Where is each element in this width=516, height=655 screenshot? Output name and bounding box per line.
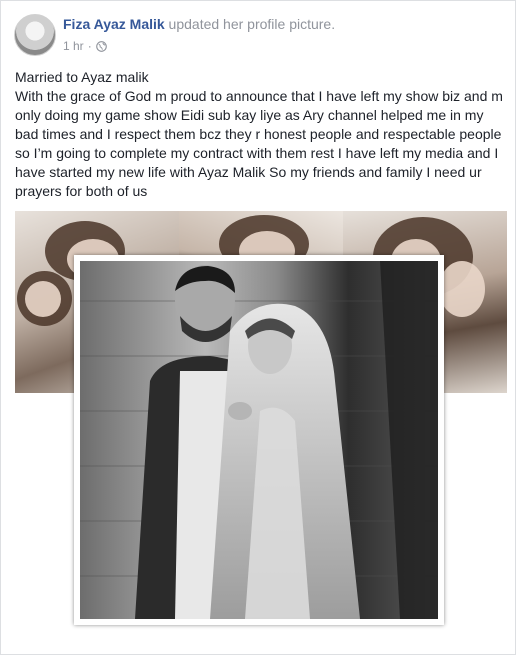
post-meta: 1 hr · xyxy=(63,39,107,53)
profile-picture-image[interactable] xyxy=(80,261,438,619)
author-name-link[interactable]: Fiza Ayaz Malik xyxy=(63,16,165,32)
post-header: Fiza Ayaz Malik updated her profile pict… xyxy=(63,16,335,32)
post-action-text: updated her profile picture. xyxy=(164,16,336,32)
post-text-body: With the grace of God m proud to announc… xyxy=(15,88,503,199)
globe-icon[interactable] xyxy=(95,40,107,52)
post-message: Married to Ayaz malik With the grace of … xyxy=(15,68,510,201)
profile-picture-frame[interactable] xyxy=(74,255,444,625)
meta-separator: · xyxy=(87,39,92,53)
post-timestamp[interactable]: 1 hr xyxy=(63,39,84,53)
avatar[interactable] xyxy=(14,14,56,56)
post-card: Fiza Ayaz Malik updated her profile pict… xyxy=(0,0,516,655)
post-text-line1: Married to Ayaz malik xyxy=(15,69,149,85)
